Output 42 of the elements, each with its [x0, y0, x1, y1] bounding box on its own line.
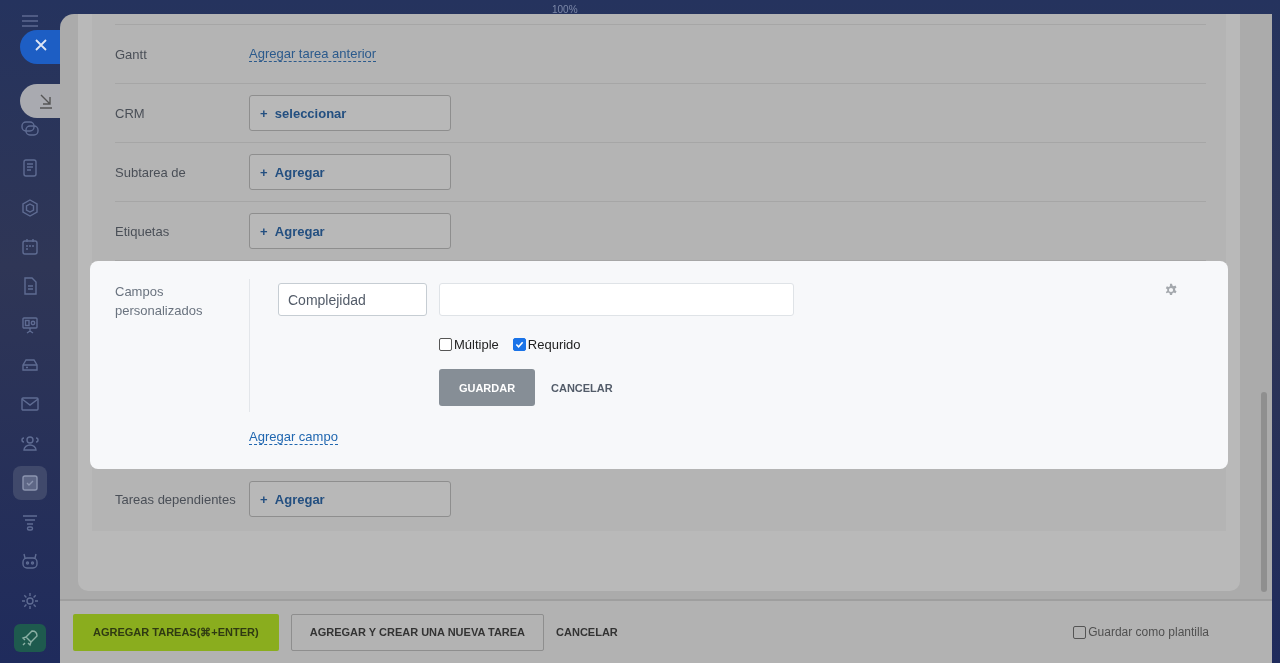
settings-icon[interactable]: [20, 590, 40, 611]
hexagon-icon[interactable]: [20, 197, 40, 218]
checkbox[interactable]: [512, 338, 526, 351]
collapse-button[interactable]: [20, 84, 60, 118]
people-icon[interactable]: [20, 433, 40, 454]
add-button[interactable]: + Agregar: [249, 213, 451, 249]
add-field-link[interactable]: Agregar campo: [249, 429, 338, 445]
add-button[interactable]: + Agregar: [249, 481, 451, 517]
presentation-icon[interactable]: [20, 315, 40, 336]
save-button[interactable]: GUARDAR: [439, 369, 535, 406]
checkbox-icon[interactable]: [13, 465, 47, 500]
menu-icon[interactable]: [20, 14, 40, 28]
checkbox-label: Guardar como plantilla: [1088, 625, 1209, 639]
field-label: Etiquetas: [115, 222, 171, 241]
checkbox-label: Requrido: [527, 337, 581, 352]
field-label: Subtarea de: [115, 163, 187, 182]
field-name-input[interactable]: Complejidad: [278, 283, 427, 316]
add-tasks-button[interactable]: AGREGAR TAREAS(⌘+ENTER): [73, 613, 279, 651]
rocket-button[interactable]: [14, 624, 46, 652]
checkbox-label: Múltiple: [454, 337, 499, 352]
chat-icon[interactable]: [20, 119, 40, 139]
scrollbar[interactable]: [1261, 392, 1267, 592]
add-button[interactable]: + seleccionar: [249, 95, 451, 131]
field-label: Gantt: [115, 45, 148, 64]
add-button[interactable]: + Agregar: [249, 154, 451, 190]
settings-icon[interactable]: [1164, 283, 1178, 297]
rocket-icon: [20, 628, 40, 648]
checkbox[interactable]: [1073, 625, 1087, 639]
calendar-icon[interactable]: [20, 236, 40, 257]
field-label: CRM: [115, 104, 146, 123]
robot-icon[interactable]: [20, 551, 40, 572]
cancel-button[interactable]: CANCELAR: [551, 381, 613, 394]
add-link[interactable]: Agregar tarea anterior: [249, 46, 377, 62]
add-and-create-button[interactable]: AGREGAR Y CREAR UNA NUEVA TAREA: [290, 613, 545, 651]
zoom-level: 100%: [552, 4, 578, 15]
checkbox[interactable]: [439, 338, 452, 351]
close-button[interactable]: [20, 30, 60, 64]
field-label: Tareas dependientes: [115, 490, 237, 509]
field-value-input[interactable]: [439, 283, 794, 316]
field-label: Campos personalizados: [115, 279, 250, 412]
cancel-button[interactable]: CANCELAR: [556, 626, 618, 638]
document-icon[interactable]: [20, 158, 40, 179]
